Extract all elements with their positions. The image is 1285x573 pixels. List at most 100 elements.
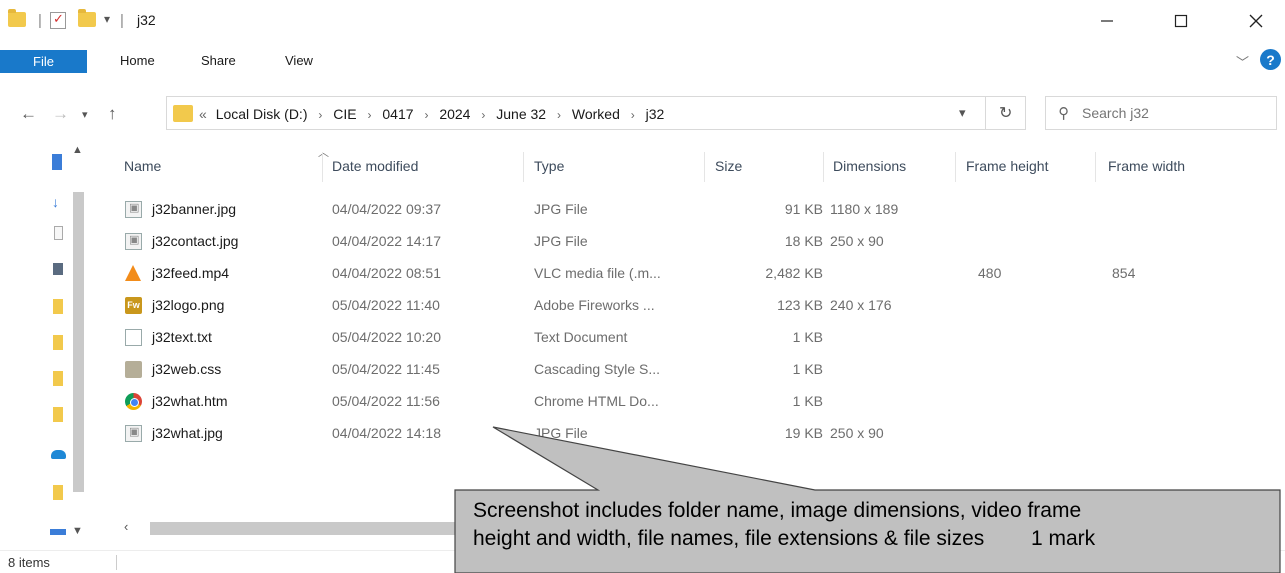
tab-home[interactable]: Home (120, 53, 155, 68)
new-folder-icon[interactable] (78, 9, 96, 27)
navigation-pane: ↓ (0, 142, 110, 550)
address-dropdown-icon[interactable]: ▾ (959, 105, 966, 121)
file-size: 18 KB (784, 233, 823, 249)
vlc-icon (125, 265, 141, 281)
column-header-frame-height[interactable]: Frame height (966, 158, 1048, 174)
scroll-left-icon[interactable]: ‹ (124, 519, 128, 534)
file-size: 1 KB (792, 329, 823, 345)
scroll-up-icon[interactable]: ▲ (72, 144, 83, 156)
file-type: JPG File (534, 233, 588, 249)
table-row[interactable]: j32feed.mp4 04/04/2022 08:51 VLC media f… (110, 262, 1285, 286)
file-name[interactable]: j32web.css (152, 361, 221, 377)
breadcrumb-j32[interactable]: j32 (646, 106, 665, 122)
breadcrumb-june-32[interactable]: June 32 (496, 106, 546, 122)
recent-locations-icon[interactable]: ▾ (82, 108, 88, 121)
close-icon (1249, 14, 1263, 28)
fireworks-icon: Fw (125, 297, 142, 314)
breadcrumb-0417[interactable]: 0417 (382, 106, 413, 122)
item-count: 8 items (8, 555, 50, 570)
file-type: Adobe Fireworks ... (534, 297, 655, 313)
file-date: 05/04/2022 11:45 (332, 361, 440, 377)
breadcrumb-worked[interactable]: Worked (572, 106, 620, 122)
file-name[interactable]: j32logo.png (152, 297, 224, 313)
tab-view[interactable]: View (285, 53, 313, 68)
scroll-down-icon[interactable]: ▼ (72, 525, 83, 537)
quick-access-icon[interactable] (52, 154, 62, 170)
this-pc-icon[interactable] (50, 529, 66, 535)
file-size: 91 KB (784, 201, 823, 217)
file-name[interactable]: j32what.htm (152, 393, 227, 409)
folder-icon[interactable] (53, 371, 63, 386)
divider (116, 555, 117, 570)
chevron-right-icon[interactable]: › (424, 108, 428, 122)
tab-share[interactable]: Share (201, 53, 236, 68)
column-header-dimensions[interactable]: Dimensions (833, 158, 906, 174)
forward-icon[interactable]: → (52, 104, 69, 124)
column-divider[interactable] (823, 152, 824, 182)
file-type: VLC media file (.m... (534, 265, 661, 281)
onedrive-icon[interactable] (51, 450, 66, 459)
file-name[interactable]: j32contact.jpg (152, 233, 238, 249)
annotation-callout (454, 426, 1281, 573)
qa-dropdown-icon[interactable]: ▾ (104, 12, 110, 26)
table-row[interactable]: j32text.txt 05/04/2022 10:20 Text Docume… (110, 326, 1285, 350)
minimize-icon (1101, 20, 1113, 22)
downloads-icon[interactable]: ↓ (52, 194, 59, 210)
documents-icon[interactable] (54, 226, 63, 240)
breadcrumb-local-disk[interactable]: Local Disk (D:) (216, 106, 308, 122)
expand-ribbon-icon[interactable]: ﹀ (1236, 52, 1249, 71)
table-row[interactable]: j32contact.jpg 04/04/2022 14:17 JPG File… (110, 230, 1285, 254)
chevron-right-icon[interactable]: › (631, 108, 635, 122)
file-name[interactable]: j32what.jpg (152, 425, 223, 441)
chevron-right-icon[interactable]: › (368, 108, 372, 122)
column-divider[interactable] (955, 152, 956, 182)
tab-file[interactable]: File (0, 50, 87, 73)
nav-pane-scrollbar[interactable]: ▲ ▼ (68, 144, 88, 546)
file-name[interactable]: j32text.txt (152, 329, 212, 345)
file-name[interactable]: j32feed.mp4 (152, 265, 229, 281)
file-date: 05/04/2022 11:40 (332, 297, 440, 313)
folder-icon[interactable] (53, 485, 63, 500)
column-divider[interactable] (523, 152, 524, 182)
chevron-right-icon[interactable]: › (557, 108, 561, 122)
column-header-type[interactable]: Type (534, 158, 564, 174)
chevron-right-icon[interactable]: › (318, 108, 322, 122)
address-bar[interactable]: « Local Disk (D:) › CIE › 0417 › 2024 › … (166, 96, 1026, 130)
qa-separator: | (38, 12, 42, 29)
help-icon[interactable]: ? (1260, 49, 1281, 70)
breadcrumb-cie[interactable]: CIE (333, 106, 356, 122)
maximize-button[interactable] (1158, 4, 1204, 38)
table-row[interactable]: j32web.css 05/04/2022 11:45 Cascading St… (110, 358, 1285, 382)
text-file-icon (125, 329, 142, 346)
folder-icon[interactable] (53, 299, 63, 314)
table-row[interactable]: Fw j32logo.png 05/04/2022 11:40 Adobe Fi… (110, 294, 1285, 318)
minimize-button[interactable] (1084, 4, 1130, 38)
column-header-name[interactable]: Name (124, 158, 161, 174)
breadcrumb-2024[interactable]: 2024 (439, 106, 470, 122)
column-divider[interactable] (704, 152, 705, 182)
folder-icon[interactable] (53, 407, 63, 422)
search-input[interactable] (1082, 103, 1262, 123)
close-button[interactable] (1233, 4, 1279, 38)
properties-icon[interactable] (50, 11, 66, 29)
column-header-frame-width[interactable]: Frame width (1108, 158, 1185, 174)
chevron-right-icon[interactable]: › (481, 108, 485, 122)
refresh-icon[interactable]: ↻ (999, 103, 1012, 123)
breadcrumb-overflow[interactable]: « (199, 106, 207, 122)
table-row[interactable]: j32banner.jpg 04/04/2022 09:37 JPG File … (110, 198, 1285, 222)
column-divider[interactable] (1095, 152, 1096, 182)
table-row[interactable]: j32what.jpg 04/04/2022 14:18 JPG File 19… (110, 422, 1285, 446)
column-header-size[interactable]: Size (715, 158, 742, 174)
search-box[interactable]: ⚲ (1045, 96, 1277, 130)
chrome-icon (125, 393, 142, 410)
folder-icon[interactable] (53, 335, 63, 350)
column-divider[interactable] (322, 152, 323, 182)
column-header-date-modified[interactable]: Date modified (332, 158, 418, 174)
up-icon[interactable]: ↑ (108, 104, 117, 124)
pictures-icon[interactable] (53, 263, 63, 275)
table-row[interactable]: j32what.htm 05/04/2022 11:56 Chrome HTML… (110, 390, 1285, 414)
scrollbar-thumb[interactable] (73, 192, 84, 492)
file-size: 2,482 KB (765, 265, 823, 281)
file-name[interactable]: j32banner.jpg (152, 201, 236, 217)
back-icon[interactable]: ← (20, 104, 37, 124)
